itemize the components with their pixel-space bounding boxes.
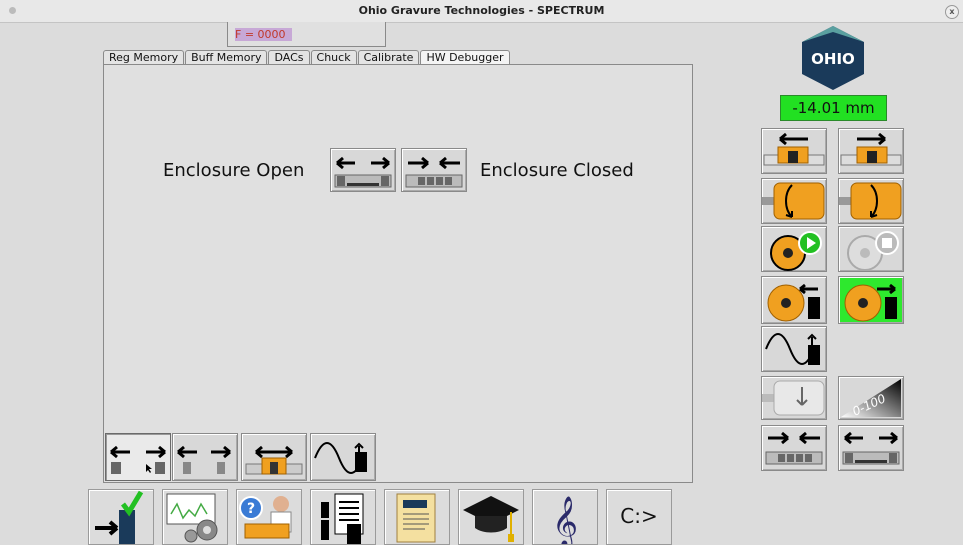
sine-wave-icon: [314, 442, 367, 474]
enclosure-close-icon: [765, 431, 823, 465]
exit-door-icon: [95, 490, 144, 544]
settings-gears-icon: [166, 493, 218, 543]
help-button[interactable]: ?: [236, 489, 302, 545]
position-readout: -14.01 mm: [780, 95, 887, 121]
jog-right-button[interactable]: [838, 276, 904, 324]
exit-button[interactable]: [88, 489, 154, 545]
tab-hw-debugger[interactable]: HW Debugger: [420, 50, 510, 65]
carriage-left-icon: [763, 132, 825, 166]
enclosure-close-side-button[interactable]: [761, 425, 827, 471]
svg-text:?: ?: [247, 501, 255, 517]
calibration-range-button[interactable]: 0-100: [838, 376, 904, 420]
enclosure-closed-label: Enclosure Closed: [480, 160, 634, 181]
rotate-ccw-button[interactable]: [761, 178, 827, 224]
scroll-icon: [396, 493, 436, 543]
enclosure-open-icon: [842, 431, 900, 465]
carriage-arrows-icon: [177, 445, 231, 474]
carriage-right-icon: [840, 132, 902, 166]
spin-start-button[interactable]: [761, 226, 827, 272]
logo-text: OHIO: [811, 50, 855, 68]
tab-calibrate[interactable]: Calibrate: [357, 50, 420, 65]
head-traverse-button[interactable]: [241, 433, 307, 481]
console-button[interactable]: C:>: [606, 489, 672, 545]
enclosure-open-button[interactable]: [330, 148, 396, 192]
console-label: C:>: [620, 504, 658, 528]
signal-generator-button[interactable]: [761, 326, 827, 372]
f-value-text: F = 0000: [235, 28, 292, 41]
ohio-logo: OHIO: [802, 26, 864, 90]
audio-button[interactable]: 𝄞: [532, 489, 598, 545]
spin-stop-icon: [847, 231, 899, 271]
settings-button[interactable]: [162, 489, 228, 545]
close-icon[interactable]: x: [945, 5, 959, 19]
cylinder-load-icon: [762, 380, 825, 416]
enclosure-open-icon: [334, 156, 392, 188]
title-bar: Ohio Gravure Technologies - SPECTRUM x: [0, 0, 963, 23]
enclosure-open-label: Enclosure Open: [163, 160, 305, 181]
document-icon: [321, 493, 364, 544]
svg-text:𝄞: 𝄞: [552, 496, 578, 544]
spin-start-icon: [770, 231, 822, 271]
carriage-left-button[interactable]: [761, 128, 827, 174]
jog-left-button[interactable]: [761, 276, 827, 324]
tab-buff-memory[interactable]: Buff Memory: [185, 50, 268, 65]
treble-clef-icon: 𝄞: [552, 496, 578, 544]
document-button[interactable]: [310, 489, 376, 545]
help-technician-icon: ?: [239, 496, 292, 539]
carriage-arrows-button[interactable]: [172, 433, 238, 481]
f-value-box: F = 0000: [227, 22, 386, 47]
sine-wave-icon: [765, 333, 820, 365]
tab-dacs[interactable]: DACs: [268, 50, 310, 65]
tab-bar: Reg Memory Buff Memory DACs Chuck Calibr…: [103, 50, 511, 65]
jog-right-icon: [844, 283, 897, 322]
enclosure-close-icon: [405, 156, 463, 188]
training-button[interactable]: [458, 489, 524, 545]
license-button[interactable]: [384, 489, 450, 545]
window-title: Ohio Gravure Technologies - SPECTRUM: [358, 4, 605, 17]
open-arrows-icon: [110, 445, 166, 474]
carriage-right-button[interactable]: [838, 128, 904, 174]
cylinder-rotate-ccw-icon: [762, 182, 825, 220]
cylinder-load-button[interactable]: [761, 376, 827, 420]
ohio-logo-icon: OHIO: [802, 26, 864, 90]
graduation-cap-icon: [463, 496, 519, 542]
rotate-cw-button[interactable]: [838, 178, 904, 224]
enclosure-open-side-button[interactable]: [838, 425, 904, 471]
enclosure-close-button[interactable]: [401, 148, 467, 192]
signal-button[interactable]: [310, 433, 376, 481]
tab-chuck[interactable]: Chuck: [310, 50, 357, 65]
calibration-gradient-icon: 0-100: [841, 379, 901, 419]
spin-stop-button[interactable]: [838, 226, 904, 272]
tab-reg-memory[interactable]: Reg Memory: [103, 50, 185, 65]
jog-left-icon: [767, 283, 820, 322]
head-traverse-icon: [245, 445, 303, 475]
open-mode-button[interactable]: [105, 433, 171, 481]
window-menu-icon[interactable]: [9, 7, 16, 14]
cylinder-rotate-cw-icon: [839, 182, 902, 220]
hw-debugger-panel: Enclosure Open Enclosure Closed: [103, 64, 693, 483]
